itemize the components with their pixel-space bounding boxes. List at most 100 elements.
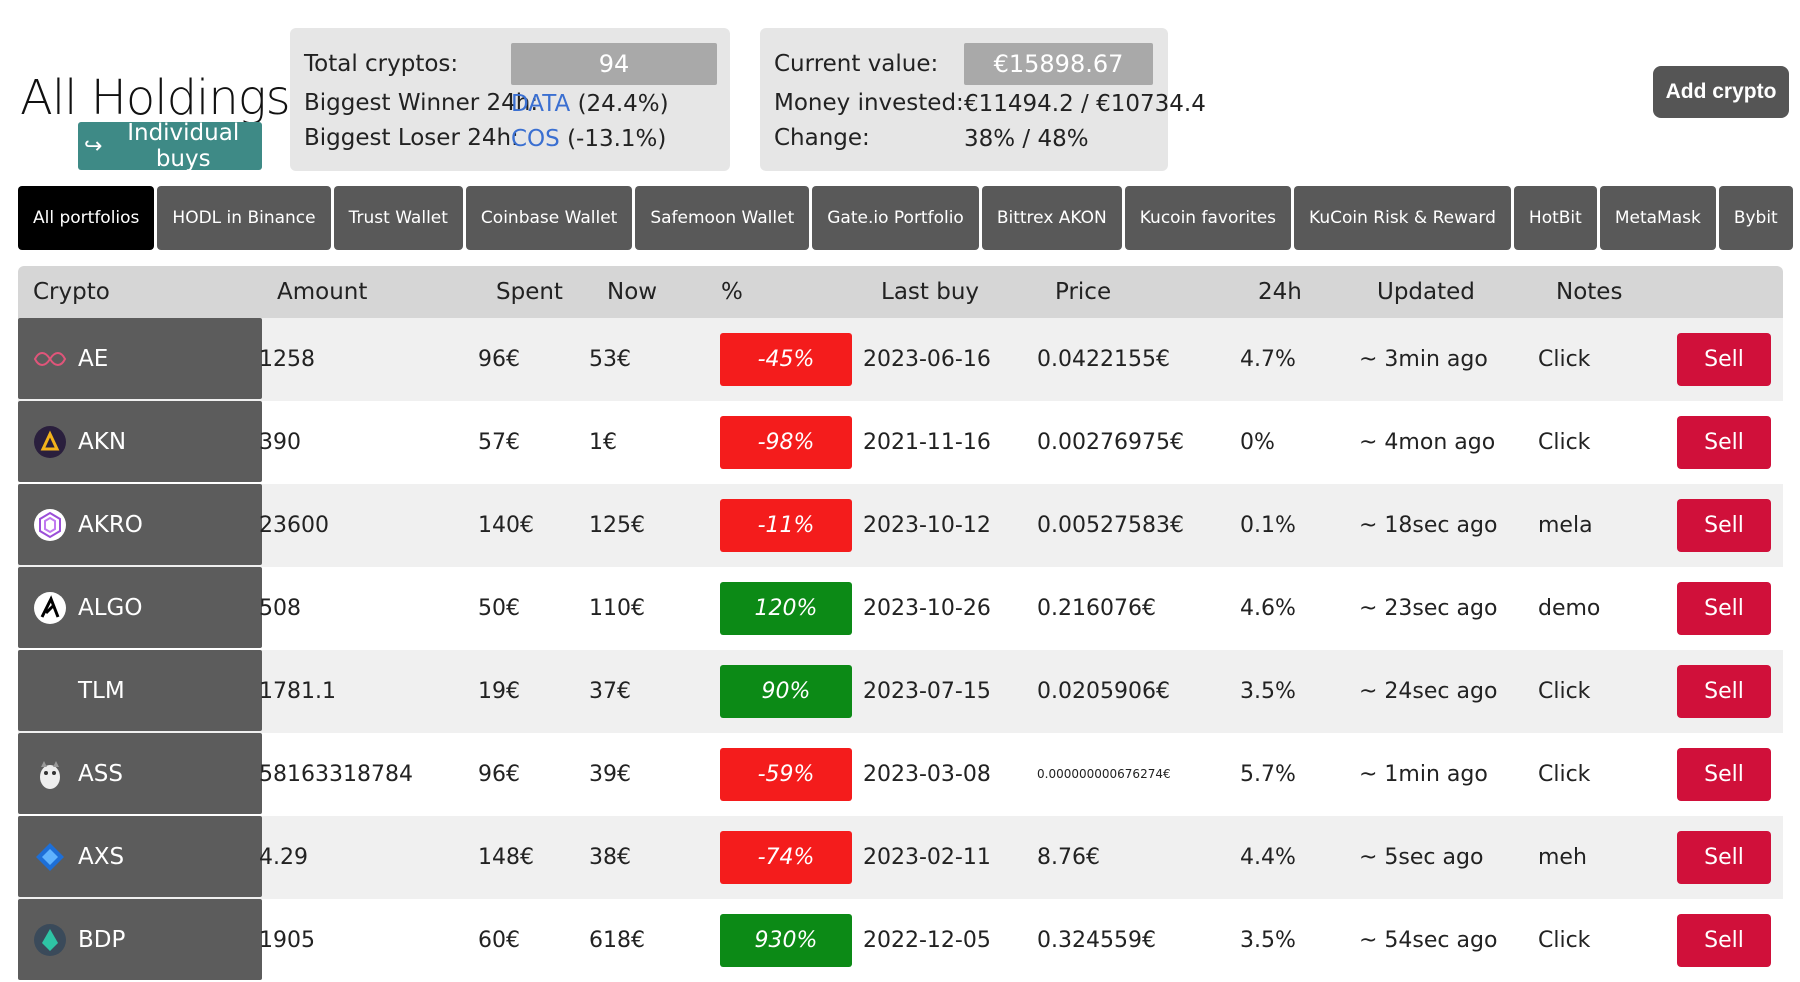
notes-cell[interactable]: demo	[1538, 567, 1600, 650]
header-24h[interactable]: 24h	[1258, 266, 1302, 318]
crypto-cell[interactable]: BDP	[18, 899, 262, 980]
price-cell: 8.76€	[1037, 845, 1100, 870]
price-cell: 0.0422155€	[1037, 347, 1170, 372]
sell-button[interactable]: Sell	[1677, 914, 1771, 967]
header-price[interactable]: Price	[1055, 266, 1111, 318]
sell-button[interactable]: Sell	[1677, 582, 1771, 635]
akn-logo-icon	[32, 424, 68, 460]
now-cell: 1€	[589, 430, 617, 455]
share-arrow-icon: ↪	[84, 133, 103, 159]
table-body: AE 1258 96€ 53€ 2023-06-16 0.0422155€ 4.7% ~ 3m…	[18, 318, 1783, 982]
tab-all-portfolios[interactable]: All portfolios	[18, 186, 155, 250]
crypto-cell[interactable]: AE	[18, 318, 262, 399]
table-row: ASS 58163318784 96€ 39€ 2023-03-08 0.00000000…	[18, 733, 1783, 816]
money-invested-label: Money invested:	[774, 90, 964, 116]
tab-gate-io-portfolio[interactable]: Gate.io Portfolio	[812, 186, 979, 250]
sell-button[interactable]: Sell	[1677, 499, 1771, 552]
updated-cell: ~ 3min ago	[1359, 347, 1488, 372]
algo-logo-icon	[32, 590, 68, 626]
header-pct[interactable]: %	[721, 266, 743, 318]
last-buy-cell: 2022-12-05	[863, 928, 991, 953]
change-24h-cell: 4.6%	[1240, 596, 1296, 621]
crypto-symbol: ASS	[78, 760, 123, 787]
notes-cell[interactable]: Click	[1538, 899, 1590, 982]
change-value: 38% / 48%	[964, 126, 1089, 152]
header-updated[interactable]: Updated	[1377, 266, 1475, 318]
biggest-winner-change: (24.4%)	[570, 91, 669, 117]
last-buy-cell: 2023-10-26	[863, 596, 991, 621]
change-24h-cell: 4.4%	[1240, 845, 1296, 870]
tab-safemoon-wallet[interactable]: Safemoon Wallet	[635, 186, 810, 250]
crypto-symbol: AKRO	[78, 511, 143, 538]
change-24h-cell: 0%	[1240, 430, 1275, 455]
tab-bybit[interactable]: Bybit	[1718, 186, 1793, 250]
add-crypto-button[interactable]: Add crypto	[1653, 66, 1789, 118]
akro-logo-icon	[32, 507, 68, 543]
now-cell: 39€	[589, 762, 631, 787]
header-notes[interactable]: Notes	[1556, 266, 1622, 318]
tab-hotbit[interactable]: HotBit	[1513, 186, 1597, 250]
tab-bittrex-akon[interactable]: Bittrex AKON	[981, 186, 1122, 250]
header-spent[interactable]: Spent	[496, 266, 563, 318]
header-last-buy[interactable]: Last buy	[881, 266, 979, 318]
tab-kucoin-favorites[interactable]: Kucoin favorites	[1124, 186, 1292, 250]
crypto-symbol: BDP	[78, 926, 126, 953]
table-row: AE 1258 96€ 53€ 2023-06-16 0.0422155€ 4.7% ~ 3m…	[18, 318, 1783, 401]
percent-badge: -59%	[720, 748, 852, 801]
spent-cell: 96€	[478, 347, 520, 372]
table-row: AKN 390 57€ 1€ 2021-11-16 0.00276975€ 0% ~ 4mon…	[18, 401, 1783, 484]
notes-cell[interactable]: mela	[1538, 484, 1593, 567]
tab-metamask[interactable]: MetaMask	[1599, 186, 1716, 250]
tlm-logo-icon	[32, 673, 68, 709]
amount-cell: 58163318784	[259, 762, 413, 787]
crypto-cell[interactable]: AXS	[18, 816, 262, 897]
header-now[interactable]: Now	[607, 266, 657, 318]
price-cell: 0.216076€	[1037, 596, 1156, 621]
crypto-cell[interactable]: ALGO	[18, 567, 262, 648]
sell-button[interactable]: Sell	[1677, 416, 1771, 469]
sell-button[interactable]: Sell	[1677, 665, 1771, 718]
tab-coinbase-wallet[interactable]: Coinbase Wallet	[465, 186, 633, 250]
tab-hodl-in-binance[interactable]: HODL in Binance	[157, 186, 331, 250]
sell-button[interactable]: Sell	[1677, 748, 1771, 801]
summary-card: Total cryptos: 94 Biggest Winner 24h: DA…	[290, 28, 730, 171]
total-cryptos-value: 94	[511, 43, 717, 85]
crypto-cell[interactable]: AKRO	[18, 484, 262, 565]
change-24h-cell: 5.7%	[1240, 762, 1296, 787]
crypto-symbol: AE	[78, 345, 109, 372]
sell-button[interactable]: Sell	[1677, 333, 1771, 386]
biggest-winner-link[interactable]: DATA	[511, 91, 570, 117]
updated-cell: ~ 5sec ago	[1359, 845, 1484, 870]
updated-cell: ~ 18sec ago	[1359, 513, 1498, 538]
amount-cell: 508	[259, 596, 301, 621]
ass-logo-icon	[32, 756, 68, 792]
sell-button[interactable]: Sell	[1677, 831, 1771, 884]
notes-cell[interactable]: meh	[1538, 816, 1587, 899]
tab-trust-wallet[interactable]: Trust Wallet	[333, 186, 463, 250]
change-label: Change:	[774, 125, 870, 151]
header-amount[interactable]: Amount	[277, 266, 367, 318]
spent-cell: 50€	[478, 596, 520, 621]
individual-buys-button[interactable]: ↪ Individual buys	[78, 120, 262, 172]
individual-buys-label: Individual buys	[127, 120, 240, 172]
tab-kucoin-risk-reward[interactable]: KuCoin Risk & Reward	[1294, 186, 1511, 250]
updated-cell: ~ 1min ago	[1359, 762, 1488, 787]
notes-cell[interactable]: Click	[1538, 401, 1590, 484]
last-buy-cell: 2021-11-16	[863, 430, 991, 455]
table-row: ALGO 508 50€ 110€ 2023-10-26 0.216076€ 4.6% ~ 2…	[18, 567, 1783, 650]
biggest-winner-label: Biggest Winner 24h:	[304, 90, 539, 116]
crypto-cell[interactable]: AKN	[18, 401, 262, 482]
notes-cell[interactable]: Click	[1538, 318, 1590, 401]
percent-badge: -98%	[720, 416, 852, 469]
header-crypto[interactable]: Crypto	[33, 266, 110, 318]
notes-cell[interactable]: Click	[1538, 650, 1590, 733]
amount-cell: 4.29	[259, 845, 308, 870]
table-row: AXS 4.29 148€ 38€ 2023-02-11 8.76€ 4.4% ~ 5sec …	[18, 816, 1783, 899]
change-24h-cell: 3.5%	[1240, 928, 1296, 953]
percent-badge: -45%	[720, 333, 852, 386]
crypto-cell[interactable]: TLM	[18, 650, 262, 731]
price-cell: 0.00527583€	[1037, 513, 1184, 538]
biggest-loser-link[interactable]: COS	[511, 126, 560, 152]
crypto-cell[interactable]: ASS	[18, 733, 262, 814]
notes-cell[interactable]: Click	[1538, 733, 1590, 816]
